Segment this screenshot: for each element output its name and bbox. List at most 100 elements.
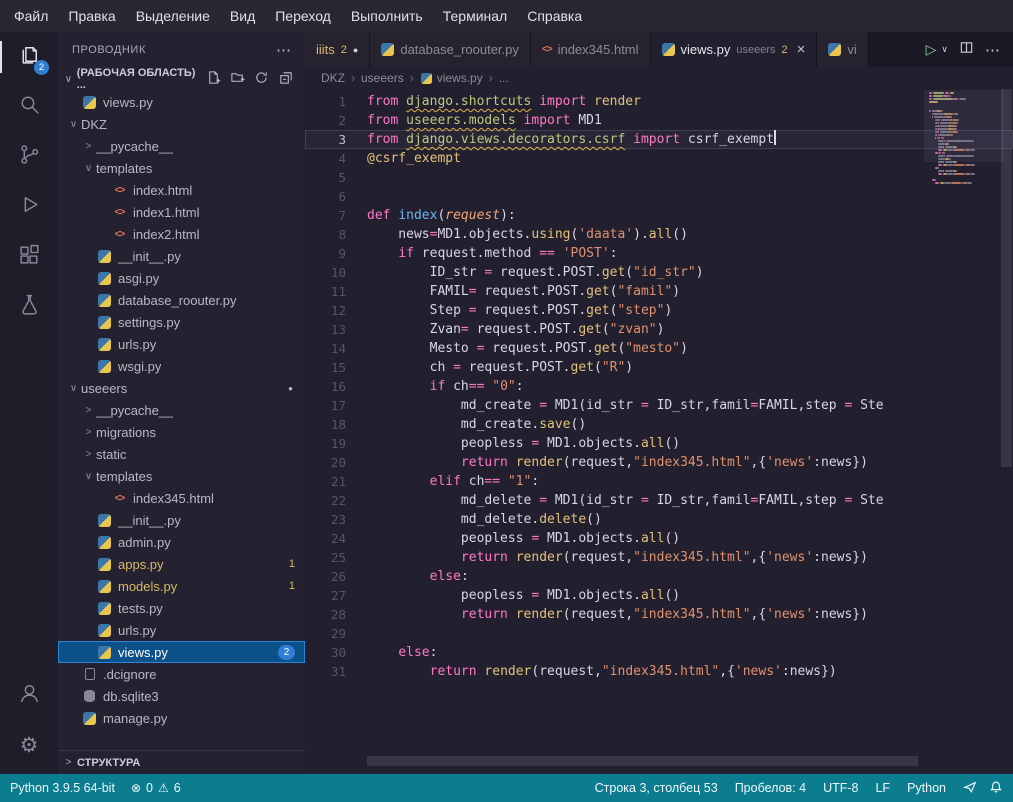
refresh-icon[interactable] <box>254 70 269 88</box>
code-line-26[interactable]: 26 else: <box>305 567 1013 586</box>
breadcrumb-item[interactable]: ... <box>499 71 509 85</box>
tree-item-database_roouter.py[interactable]: database_roouter.py <box>58 289 305 311</box>
tree-item-settings.py[interactable]: settings.py <box>58 311 305 333</box>
code-line-21[interactable]: 21 elif ch== "1": <box>305 472 1013 491</box>
collapse-all-icon[interactable] <box>278 70 293 88</box>
tree-item-manage.py[interactable]: manage.py <box>58 707 305 729</box>
code-line-10[interactable]: 10 ID_str = request.POST.get("id_str") <box>305 263 1013 282</box>
tree-item-useeers[interactable]: ∨useeers● <box>58 377 305 399</box>
tree-item-.dcignore[interactable]: .dcignore <box>58 663 305 685</box>
run-python-file-button[interactable]: ▷ <box>926 41 937 58</box>
python-interpreter-indicator[interactable]: Python 3.9.5 64-bit <box>10 781 115 795</box>
tree-item-index2.html[interactable]: <>index2.html <box>58 223 305 245</box>
code-line-22[interactable]: 22 md_delete = MD1(id_str = ID_str,famil… <box>305 491 1013 510</box>
vertical-scrollbar[interactable] <box>1000 89 1013 774</box>
tree-item-apps.py[interactable]: apps.py1 <box>58 553 305 575</box>
tree-item-index.html[interactable]: <>index.html <box>58 179 305 201</box>
tree-item-admin.py[interactable]: admin.py <box>58 531 305 553</box>
tab-vi[interactable]: vi <box>817 32 868 67</box>
code-line-16[interactable]: 16 if ch== "0": <box>305 377 1013 396</box>
language-mode-indicator[interactable]: Python <box>907 781 946 795</box>
notifications-bell-icon[interactable] <box>989 780 1003 797</box>
extensions-activity-button[interactable] <box>0 232 58 282</box>
tree-item-__init__.py[interactable]: __init__.py <box>58 509 305 531</box>
menu-item-6[interactable]: Терминал <box>433 0 517 32</box>
code-line-9[interactable]: 9 if request.method == 'POST': <box>305 244 1013 263</box>
code-line-27[interactable]: 27 peopless = MD1.objects.all() <box>305 586 1013 605</box>
code-line-11[interactable]: 11 FAMIL= request.POST.get("famil") <box>305 282 1013 301</box>
code-line-3[interactable]: 3from django.views.decorators.csrf impor… <box>305 130 1013 149</box>
run-dropdown-icon[interactable]: ∨ <box>941 44 948 55</box>
code-line-24[interactable]: 24 peopless = MD1.objects.all() <box>305 529 1013 548</box>
code-line-1[interactable]: 1from django.shortcuts import render <box>305 92 1013 111</box>
search-activity-button[interactable] <box>0 82 58 132</box>
horizontal-scrollbar[interactable] <box>367 756 918 766</box>
tree-item-db.sqlite3[interactable]: db.sqlite3 <box>58 685 305 707</box>
tree-item-DKZ[interactable]: ∨DKZ <box>58 113 305 135</box>
menu-item-4[interactable]: Переход <box>265 0 341 32</box>
source-control-activity-button[interactable] <box>0 132 58 182</box>
minimap[interactable] <box>929 92 999 185</box>
code-line-18[interactable]: 18 md_create.save() <box>305 415 1013 434</box>
eol-indicator[interactable]: LF <box>875 781 890 795</box>
close-icon[interactable]: × <box>797 41 806 58</box>
outline-section-header[interactable]: > СТРУКТУРА <box>58 750 305 774</box>
settings-button[interactable]: ⚙ <box>0 720 58 770</box>
menu-item-1[interactable]: Правка <box>58 0 125 32</box>
vertical-scrollbar-thumb[interactable] <box>1001 89 1012 467</box>
breadcrumb-item[interactable]: DKZ <box>321 71 345 85</box>
code-line-29[interactable]: 29 <box>305 624 1013 643</box>
account-button[interactable] <box>0 670 58 720</box>
more-actions-icon[interactable]: ⋯ <box>985 41 1000 59</box>
run-debug-activity-button[interactable] <box>0 182 58 232</box>
tree-item-__pycache__[interactable]: >__pycache__ <box>58 399 305 421</box>
tree-item-templates[interactable]: ∨templates <box>58 157 305 179</box>
explorer-activity-button[interactable]: 2 <box>0 32 58 82</box>
code-line-20[interactable]: 20 return render(request,"index345.html"… <box>305 453 1013 472</box>
indentation-indicator[interactable]: Пробелов: 4 <box>735 781 806 795</box>
tree-item-__init__.py[interactable]: __init__.py <box>58 245 305 267</box>
code-line-15[interactable]: 15 ch = request.POST.get("R") <box>305 358 1013 377</box>
code-line-12[interactable]: 12 Step = request.POST.get("step") <box>305 301 1013 320</box>
tree-item-views.py[interactable]: views.py2 <box>58 641 305 663</box>
code-line-30[interactable]: 30 else: <box>305 643 1013 662</box>
tree-item-__pycache__[interactable]: >__pycache__ <box>58 135 305 157</box>
cursor-position-indicator[interactable]: Строка 3, столбец 53 <box>595 781 718 795</box>
code-line-31[interactable]: 31 return render(request,"index345.html"… <box>305 662 1013 681</box>
tree-item-index345.html[interactable]: <>index345.html <box>58 487 305 509</box>
tab-iiits[interactable]: iiits2● <box>305 32 370 67</box>
tree-item-migrations[interactable]: >migrations <box>58 421 305 443</box>
tree-item-views.py[interactable]: views.py <box>58 91 305 113</box>
rocket-icon[interactable] <box>963 780 977 797</box>
tree-item-urls.py[interactable]: urls.py <box>58 619 305 641</box>
tab-database_roouter.py[interactable]: database_roouter.py <box>370 32 531 67</box>
code-line-17[interactable]: 17 md_create = MD1(id_str = ID_str,famil… <box>305 396 1013 415</box>
horizontal-scrollbar-thumb[interactable] <box>367 756 918 766</box>
code-line-5[interactable]: 5 <box>305 168 1013 187</box>
menu-item-3[interactable]: Вид <box>220 0 265 32</box>
new-file-icon[interactable] <box>206 70 221 88</box>
breadcrumb-item[interactable]: useeers <box>361 71 404 85</box>
testing-activity-button[interactable] <box>0 282 58 332</box>
code-line-6[interactable]: 6 <box>305 187 1013 206</box>
tree-item-asgi.py[interactable]: asgi.py <box>58 267 305 289</box>
code-line-2[interactable]: 2from useeers.models import MD1 <box>305 111 1013 130</box>
code-line-8[interactable]: 8 news=MD1.objects.using('daata').all() <box>305 225 1013 244</box>
more-actions-icon[interactable]: ⋯ <box>276 41 291 59</box>
code-line-7[interactable]: 7def index(request): <box>305 206 1013 225</box>
menu-item-5[interactable]: Выполнить <box>341 0 433 32</box>
encoding-indicator[interactable]: UTF-8 <box>823 781 858 795</box>
new-folder-icon[interactable] <box>230 70 245 88</box>
tree-item-urls.py[interactable]: urls.py <box>58 333 305 355</box>
breadcrumb-item[interactable]: views.py <box>420 71 483 85</box>
menu-item-7[interactable]: Справка <box>517 0 592 32</box>
code-line-4[interactable]: 4@csrf_exempt <box>305 149 1013 168</box>
code-line-25[interactable]: 25 return render(request,"index345.html"… <box>305 548 1013 567</box>
tab-index345.html[interactable]: <>index345.html <box>531 32 651 67</box>
tab-views.py[interactable]: views.pyuseeers2× <box>651 32 818 67</box>
code-editor[interactable]: 1from django.shortcuts import render2fro… <box>305 89 1013 774</box>
menu-item-0[interactable]: Файл <box>4 0 58 32</box>
code-line-19[interactable]: 19 peopless = MD1.objects.all() <box>305 434 1013 453</box>
tree-item-index1.html[interactable]: <>index1.html <box>58 201 305 223</box>
tree-item-wsgi.py[interactable]: wsgi.py <box>58 355 305 377</box>
